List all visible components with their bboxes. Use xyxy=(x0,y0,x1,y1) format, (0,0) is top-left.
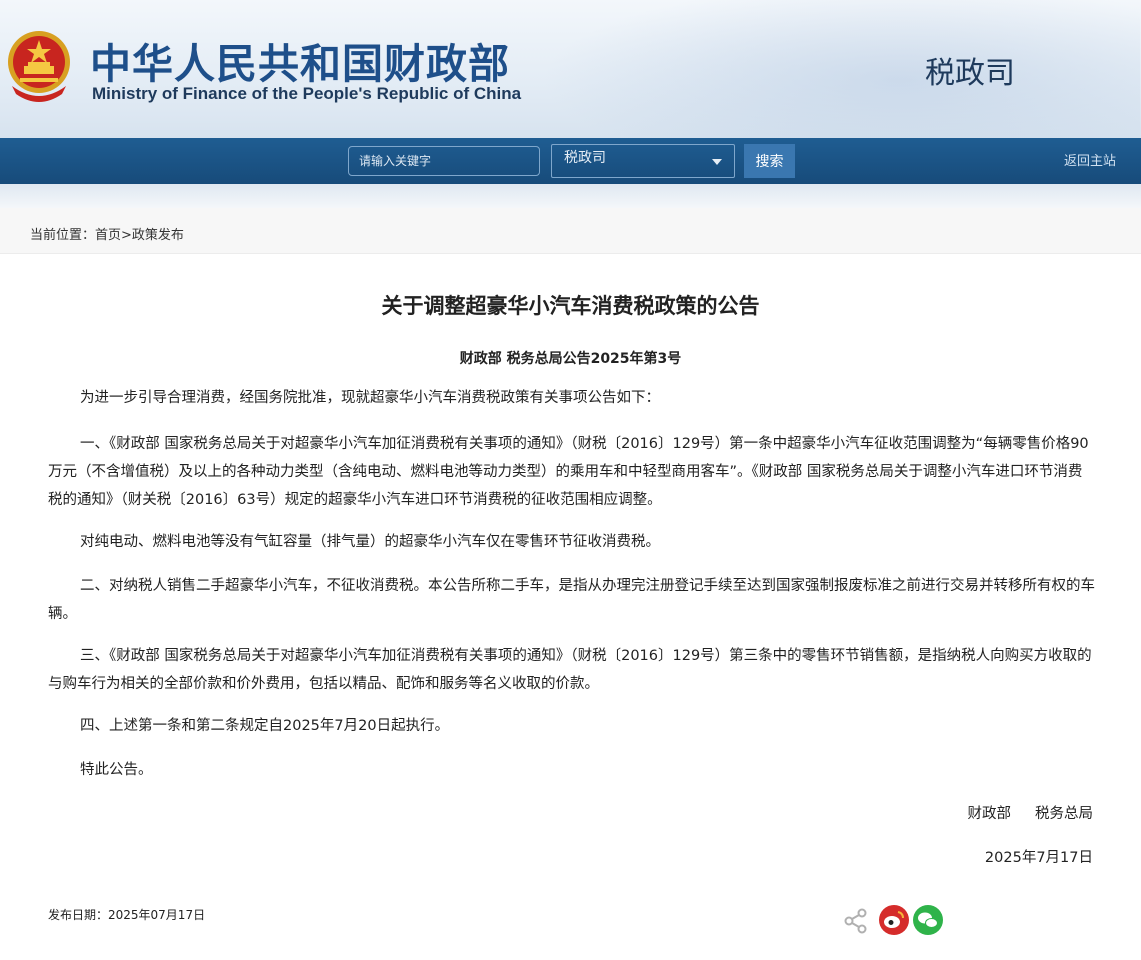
signer-mof: 财政部 xyxy=(967,806,1012,822)
wechat-icon[interactable] xyxy=(912,904,944,936)
paragraph-intro: 为进一步引导合理消费，经国务院批准，现就超豪华小汽车消费税政策有关事项公告如下： xyxy=(80,390,660,406)
search-button[interactable]: 搜索 xyxy=(744,144,795,178)
search-input[interactable] xyxy=(348,146,540,176)
site-header: 中华人民共和国财政部 Ministry of Finance of the Pe… xyxy=(0,0,1141,138)
paragraph-item-1-note: 对纯电动、燃料电池等没有气缸容量（排气量）的超豪华小汽车仅在零售环节征收消费税。 xyxy=(80,534,660,550)
paragraph-item-1: 一、《财政部 国家税务总局关于对超豪华小汽车加征消费税有关事项的通知》（财税〔2… xyxy=(48,436,1089,508)
article-title: 关于调整超豪华小汽车消费税政策的公告 xyxy=(381,294,760,318)
breadcrumb[interactable]: 当前位置：首页>政策发布 xyxy=(30,224,184,243)
chevron-down-icon xyxy=(712,159,722,165)
publish-date: 发布日期：2025年07月17日 xyxy=(48,908,206,922)
home-link[interactable]: 返回主站 xyxy=(1064,150,1116,169)
breadcrumb-bar: 当前位置：首页>政策发布 xyxy=(0,208,1141,254)
weibo-icon[interactable] xyxy=(878,904,910,936)
paragraph-closing: 特此公告。 xyxy=(80,762,153,778)
signers: 财政部 税务总局 xyxy=(968,802,1094,823)
department-name: 税政司 xyxy=(925,56,1015,91)
site-title-en: Ministry of Finance of the People's Repu… xyxy=(92,84,522,103)
share-icon[interactable] xyxy=(840,904,872,936)
header-decoration xyxy=(540,0,1140,138)
site-title-cn: 中华人民共和国财政部 xyxy=(90,40,510,88)
signer-sat: 税务总局 xyxy=(1035,806,1093,822)
sign-date: 2025年7月17日 xyxy=(984,850,1093,866)
search-scope-value: 税政司 xyxy=(564,150,606,166)
header-band xyxy=(0,184,1141,208)
document-number: 财政部 税务总局公告2025年第3号 xyxy=(459,351,682,367)
paragraph-item-3: 三、《财政部 国家税务总局关于对超豪华小汽车加征消费税有关事项的通知》（财税〔2… xyxy=(48,648,1092,692)
paragraph-item-4: 四、上述第一条和第二条规定自2025年7月20日起执行。 xyxy=(80,718,450,734)
national-emblem-icon[interactable] xyxy=(4,26,74,104)
nav-bar: 税政司 搜索 返回主站 xyxy=(0,138,1141,184)
paragraph-item-2: 二、对纳税人销售二手超豪华小汽车，不征收消费税。本公告所称二手车，是指从办理完注… xyxy=(48,578,1095,622)
search-scope-select[interactable]: 税政司 xyxy=(551,144,735,178)
